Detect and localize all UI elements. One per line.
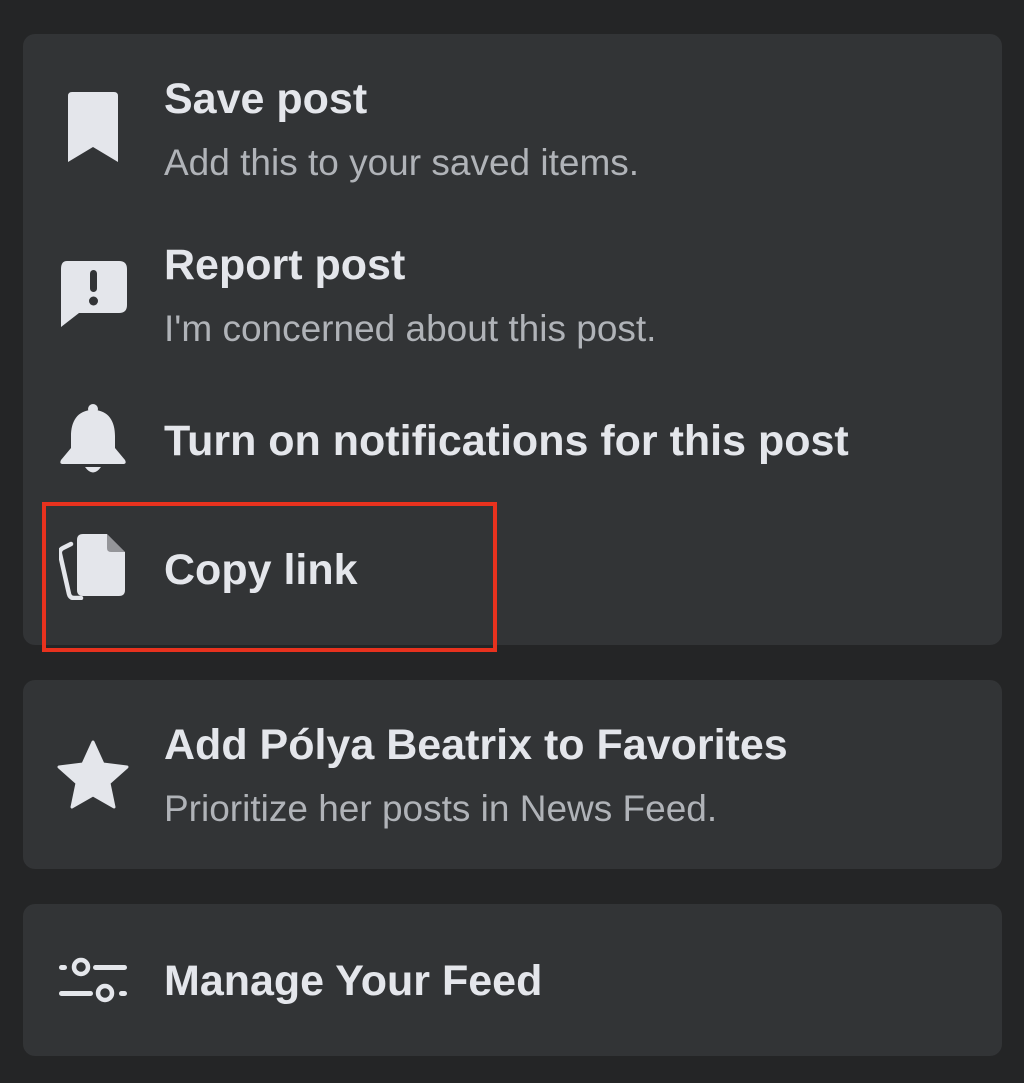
add-to-favorites-subtitle: Prioritize her posts in News Feed.: [164, 788, 718, 829]
menu-card-favorites: Add Pólya Beatrix to Favorites Prioritiz…: [23, 680, 1002, 869]
manage-your-feed-item[interactable]: Manage Your Feed: [23, 904, 1002, 1056]
copy-link-item[interactable]: Copy link: [23, 499, 1002, 645]
report-post-title: Report post: [164, 241, 406, 289]
menu-card-post-actions: Save post Add this to your saved items. …: [23, 34, 1002, 645]
turn-on-notifications-title: Turn on notifications for this post: [164, 417, 849, 465]
add-to-favorites-title: Add Pólya Beatrix to Favorites: [164, 721, 788, 769]
save-post-subtitle: Add this to your saved items.: [164, 142, 640, 183]
star-icon: [55, 737, 131, 813]
save-post-title: Save post: [164, 75, 368, 123]
copy-icon: [55, 529, 131, 605]
manage-your-feed-title: Manage Your Feed: [164, 957, 543, 1005]
save-post-item[interactable]: Save post Add this to your saved items.: [23, 34, 1002, 204]
sliders-icon: [55, 942, 131, 1018]
turn-on-notifications-item[interactable]: Turn on notifications for this post: [23, 369, 1002, 499]
report-post-item[interactable]: Report post I'm concerned about this pos…: [23, 204, 1002, 369]
add-to-favorites-item[interactable]: Add Pólya Beatrix to Favorites Prioritiz…: [23, 680, 1002, 869]
report-post-subtitle: I'm concerned about this post.: [164, 308, 657, 349]
copy-link-title: Copy link: [164, 546, 358, 594]
menu-card-feed: Manage Your Feed: [23, 904, 1002, 1056]
bell-icon: [55, 402, 131, 478]
bookmark-icon: [55, 90, 131, 166]
report-icon: [55, 256, 131, 332]
